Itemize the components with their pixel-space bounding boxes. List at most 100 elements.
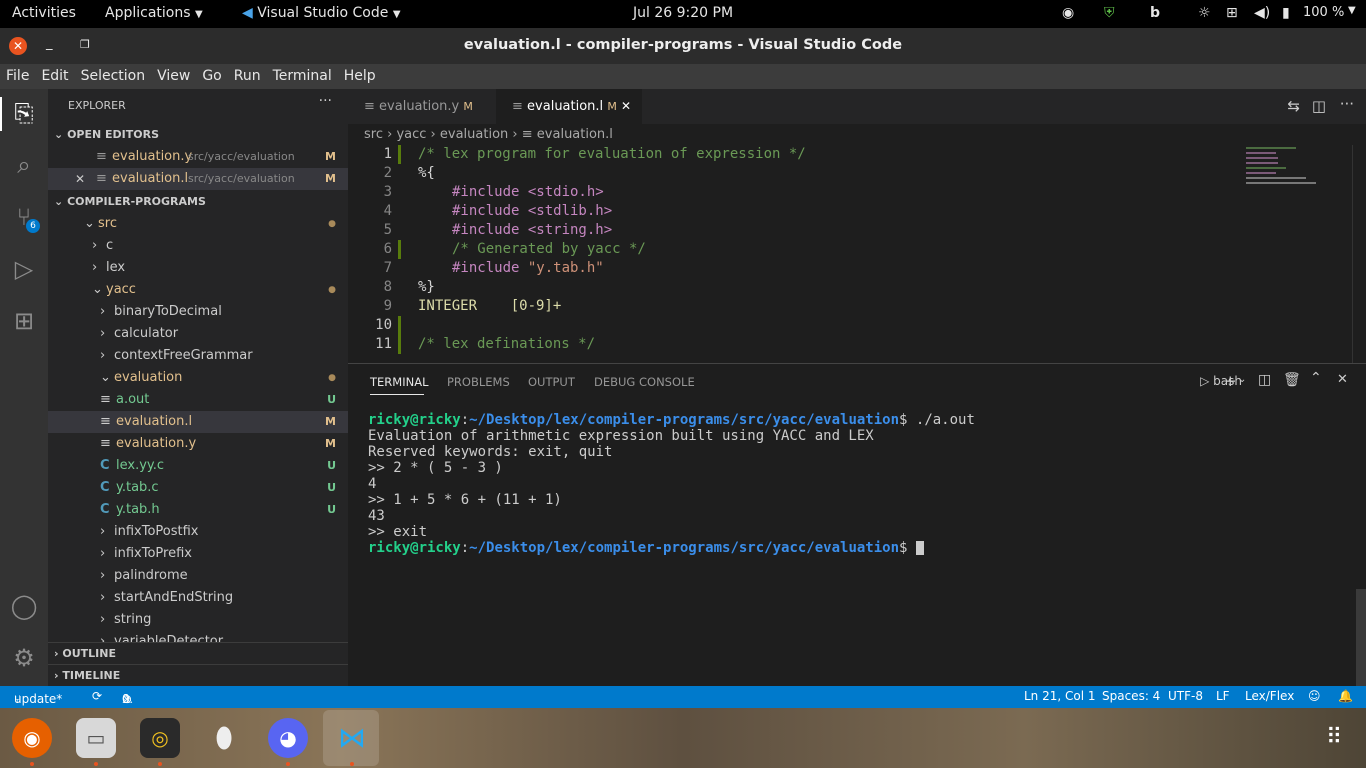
- panel-tab-debug-console[interactable]: DEBUG CONSOLE: [594, 375, 695, 389]
- maximize-panel-icon[interactable]: ⌃: [1310, 370, 1322, 386]
- line-number: 11: [375, 336, 392, 352]
- tree-folder[interactable]: ⌄ yacc ●: [48, 279, 348, 301]
- discord-icon[interactable]: ◕: [268, 718, 308, 758]
- open-editor-item[interactable]: ≡ evaluation.y src/yacc/evaluation M: [48, 146, 348, 168]
- app-menu-vscode[interactable]: ◀ Visual Studio Code ▼: [242, 5, 401, 21]
- bing-tray-icon[interactable]: b: [1150, 5, 1160, 21]
- run-debug-icon[interactable]: ▷: [10, 255, 38, 283]
- tree-label: infixToPrefix: [114, 546, 192, 561]
- file-lines-icon: ≡: [512, 99, 523, 114]
- extensions-icon[interactable]: ⊞: [10, 307, 38, 335]
- panel-tab-problems[interactable]: PROBLEMS: [447, 375, 510, 389]
- firefox-icon[interactable]: ◉: [12, 718, 52, 758]
- menu-view[interactable]: View: [151, 64, 196, 84]
- menu-run[interactable]: Run: [228, 64, 267, 84]
- outline-section[interactable]: › OUTLINE: [48, 642, 348, 664]
- show-apps-icon[interactable]: ⠿: [1314, 718, 1354, 758]
- tree-file[interactable]: ≡ evaluation.l M: [48, 411, 348, 433]
- explorer-icon[interactable]: ⎘: [10, 99, 38, 127]
- minimap[interactable]: [1246, 145, 1354, 201]
- tree-folder[interactable]: › infixToPrefix: [48, 543, 348, 565]
- panel-tab-terminal[interactable]: TERMINAL: [370, 375, 428, 389]
- more-actions-icon[interactable]: ···: [1340, 95, 1354, 113]
- breadcrumb-file[interactable]: evaluation.l: [537, 127, 613, 142]
- compare-changes-icon[interactable]: ⇆: [1287, 97, 1300, 115]
- breadcrumb-src[interactable]: src: [364, 127, 383, 142]
- gear-icon[interactable]: ⚙: [10, 644, 38, 672]
- terminal-scrollbar[interactable]: [1356, 589, 1366, 687]
- tree-folder[interactable]: ⌄ src ●: [48, 213, 348, 235]
- indentation[interactable]: Spaces: 4: [1102, 689, 1160, 703]
- account-icon[interactable]: ◯: [10, 592, 38, 620]
- new-terminal-icon[interactable]: +: [1224, 372, 1237, 390]
- trash-icon[interactable]: 🗑: [1283, 372, 1301, 388]
- feedback-icon[interactable]: ☺: [1308, 689, 1321, 703]
- menu-go[interactable]: Go: [196, 64, 227, 84]
- open-editors-section[interactable]: ⌄ OPEN EDITORS: [48, 124, 348, 146]
- eol[interactable]: LF: [1216, 689, 1230, 703]
- tree-folder[interactable]: › string: [48, 609, 348, 631]
- tree-folder[interactable]: › contextFreeGrammar: [48, 345, 348, 367]
- encoding[interactable]: UTF-8: [1168, 689, 1203, 703]
- git-status-badge: U: [327, 481, 336, 494]
- tree-folder[interactable]: › infixToPostfix: [48, 521, 348, 543]
- panel-tab-output[interactable]: OUTPUT: [528, 375, 575, 389]
- sync-icon[interactable]: ⟳: [92, 689, 102, 703]
- breadcrumb-yacc[interactable]: yacc: [396, 127, 426, 142]
- vscode-icon[interactable]: ⋈: [332, 718, 372, 758]
- tree-file[interactable]: ≡ a.out U: [48, 389, 348, 411]
- tree-folder[interactable]: › variableDetector: [48, 631, 348, 642]
- menu-help[interactable]: Help: [338, 64, 382, 84]
- tree-file[interactable]: ≡ evaluation.y M: [48, 433, 348, 455]
- eye-of-gnome-icon[interactable]: ⬮: [204, 718, 244, 758]
- tree-folder[interactable]: › c: [48, 235, 348, 257]
- tree-folder[interactable]: › lex: [48, 257, 348, 279]
- volume-icon[interactable]: ◀): [1254, 5, 1270, 21]
- tree-folder[interactable]: ⌄ evaluation ●: [48, 367, 348, 389]
- tree-file[interactable]: Cy.tab.h U: [48, 499, 348, 521]
- terminal-output[interactable]: ricky@ricky:~/Desktop/lex/compiler-progr…: [368, 412, 975, 556]
- language-mode[interactable]: Lex/Flex: [1245, 689, 1294, 703]
- breadcrumb-evaluation[interactable]: evaluation: [440, 127, 508, 142]
- menu-terminal[interactable]: Terminal: [267, 64, 338, 84]
- files-icon[interactable]: ▭: [76, 718, 116, 758]
- file-lines-icon: ≡: [100, 436, 111, 451]
- tree-folder[interactable]: › startAndEndString: [48, 587, 348, 609]
- line-number: 8: [383, 279, 392, 295]
- rhythmbox-icon[interactable]: ◎: [140, 718, 180, 758]
- menu-edit[interactable]: Edit: [35, 64, 74, 84]
- close-tab-icon[interactable]: ✕: [621, 99, 631, 113]
- tab-evaluation-y[interactable]: ≡ evaluation.y M: [348, 89, 496, 124]
- menu-selection[interactable]: Selection: [75, 64, 152, 84]
- editor-scrollbar[interactable]: [1352, 145, 1366, 363]
- close-icon[interactable]: ✕: [75, 168, 85, 190]
- more-actions-icon[interactable]: ···: [319, 93, 332, 109]
- open-editor-item[interactable]: ✕ ≡ evaluation.l src/yacc/evaluation M: [48, 168, 348, 190]
- search-icon[interactable]: ⌕: [10, 151, 38, 179]
- discord-tray-icon[interactable]: ◉: [1062, 5, 1074, 21]
- tree-file[interactable]: Cy.tab.c U: [48, 477, 348, 499]
- battery-icon[interactable]: ▮: [1282, 5, 1290, 21]
- chevron-down-icon[interactable]: ⌄: [1238, 374, 1246, 385]
- applications-menu[interactable]: Applications ▼: [105, 5, 203, 21]
- timeline-section[interactable]: › TIMELINE: [48, 664, 348, 686]
- shield-tray-icon[interactable]: ⛨: [1104, 5, 1115, 21]
- tab-evaluation-l[interactable]: ≡ evaluation.l M ✕: [496, 89, 642, 124]
- cursor-position[interactable]: Ln 21, Col 1: [1024, 689, 1096, 703]
- git-gutter-marker: [398, 240, 401, 259]
- tree-folder[interactable]: › palindrome: [48, 565, 348, 587]
- split-terminal-icon[interactable]: ◫: [1258, 372, 1271, 388]
- tree-folder[interactable]: › binaryToDecimal: [48, 301, 348, 323]
- system-menu-chevron-icon[interactable]: ▼: [1348, 5, 1356, 16]
- project-section[interactable]: ⌄ COMPILER-PROGRAMS: [48, 191, 348, 213]
- bell-icon[interactable]: 🔔: [1338, 689, 1353, 703]
- split-editor-icon[interactable]: ◫: [1312, 97, 1326, 115]
- tree-file[interactable]: Clex.yy.c U: [48, 455, 348, 477]
- tree-folder[interactable]: › calculator: [48, 323, 348, 345]
- clock[interactable]: Jul 26 9:20 PM: [633, 5, 733, 21]
- activities-button[interactable]: Activities: [12, 5, 76, 21]
- brightness-icon[interactable]: ☼: [1198, 5, 1211, 21]
- network-icon[interactable]: ⊞: [1226, 5, 1238, 21]
- close-panel-icon[interactable]: ✕: [1337, 372, 1348, 387]
- menu-file[interactable]: File: [0, 64, 35, 84]
